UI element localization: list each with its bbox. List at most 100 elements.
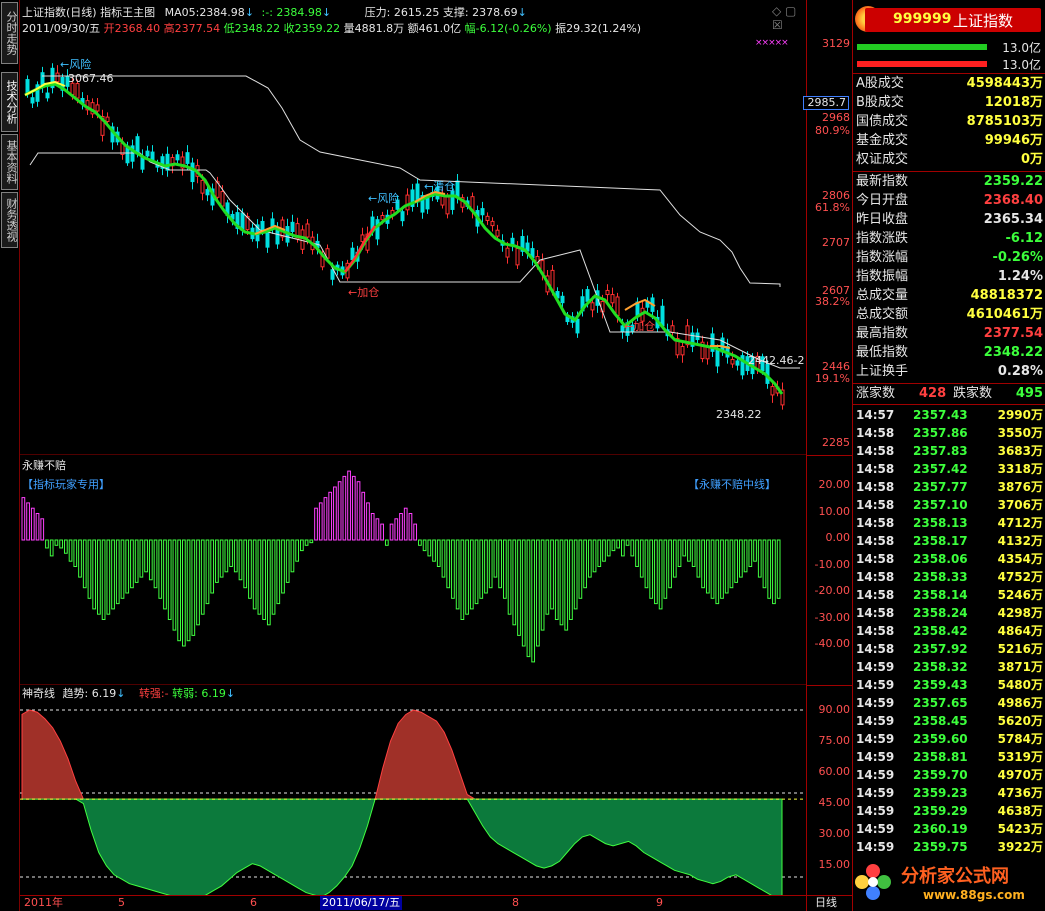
annotation-clear: ←清仓 [424, 179, 455, 193]
oscillator-area [20, 709, 806, 895]
tick-row: 14:57 2357.43 2990万 [853, 406, 1045, 424]
histogram-bar [233, 539, 238, 573]
tick-time: 14:59 [856, 786, 895, 800]
tick-row: 14:58 2357.86 3550万 [853, 424, 1045, 442]
candle-body [405, 194, 410, 211]
candle-body [590, 302, 595, 311]
annotation-risk-1: ←风险 [60, 57, 91, 71]
histogram-bar [512, 539, 517, 626]
histogram-bar [229, 539, 233, 567]
stat-row: 指数涨跌 -6.12 [853, 230, 1045, 248]
histogram-bar [248, 539, 252, 599]
stat-row: 今日开盘 2368.40 [853, 192, 1045, 210]
quote-panel: 999999 上证指数 13.0亿 13.0亿 A股成交 4598443万 B股成交… [852, 0, 1045, 911]
histogram-bar [389, 523, 394, 541]
rise-label: 涨家数 [856, 386, 896, 401]
candle-body [25, 79, 30, 94]
candle-body [305, 223, 310, 238]
stat-value: 48818372 [970, 288, 1043, 303]
tick-volume: 5319万 [997, 750, 1043, 764]
histogram-bar [654, 539, 658, 605]
candle-body [735, 360, 740, 366]
histogram-bar [351, 475, 356, 541]
histogram-bar [734, 539, 739, 583]
watermark: 分析家公式网 www.88gs.com [853, 856, 1045, 911]
histogram-bar [318, 502, 323, 541]
histogram-bar [125, 539, 130, 594]
histogram-bar [342, 475, 347, 541]
candle-body [485, 215, 490, 221]
chart-area[interactable]: 上证指数(日线) 指标王主图 MA05:2384.98↓ :-: 2384.98… [20, 0, 806, 911]
stat-label: 指数涨幅 [856, 250, 909, 265]
tick-row: 14:59 2357.65 4986万 [853, 694, 1045, 712]
flower-logo-icon [855, 864, 891, 900]
histogram-bar [271, 539, 276, 615]
tick-time: 14:59 [856, 804, 895, 818]
histogram-bar [531, 539, 536, 663]
axis-sub1-label: -10.00 [814, 557, 850, 571]
axis-sub1-label: 0.00 [825, 531, 851, 544]
tick-volume: 2990万 [997, 408, 1043, 422]
histogram-bar [97, 539, 101, 615]
candle-body [770, 386, 775, 396]
histogram-bar [569, 539, 573, 620]
histogram-bar [474, 539, 479, 605]
price-chart[interactable]: ←风险 3067.46 ←风险 ←清仓 ←加仓 ←加仓 2442.46-2 23… [20, 0, 806, 455]
tick-volume: 4132万 [997, 534, 1043, 548]
period-label[interactable]: 日线 [815, 896, 837, 910]
tab-technical[interactable]: 技术分析 [1, 72, 18, 132]
tab-intraday[interactable]: 分时走势 [1, 2, 18, 64]
stat-row: 最新指数 2359.22 [853, 173, 1045, 191]
histogram-bar [130, 539, 134, 589]
resistance-line [42, 75, 781, 287]
histogram-bar [762, 539, 767, 589]
tick-row: 14:59 2359.23 4736万 [853, 784, 1045, 802]
histogram-bar [380, 523, 384, 541]
volume-row: B股成交 12018万 [853, 94, 1045, 112]
histogram-bar [181, 539, 186, 647]
oscillator-chart[interactable] [20, 685, 806, 895]
tick-price: 2357.77 [913, 480, 968, 494]
stat-row: 总成交量 48818372 [853, 287, 1045, 305]
histogram-bar [488, 539, 493, 589]
tick-price: 2359.60 [913, 732, 968, 746]
candle-body [715, 349, 720, 367]
stat-label: 总成交量 [856, 288, 909, 303]
axis-sub1-label: -30.00 [814, 610, 850, 624]
candle-body [560, 295, 565, 304]
tick-price: 2358.17 [913, 534, 968, 548]
histogram-bar [526, 539, 531, 658]
histogram-bar [724, 539, 729, 594]
candle-body [445, 196, 450, 215]
candle-body [30, 97, 35, 104]
histogram-bar [333, 486, 337, 541]
candle-body [670, 325, 675, 333]
tick-time: 14:58 [856, 570, 895, 584]
tab-financials[interactable]: 财务透视 [1, 192, 18, 248]
volume-value: 8785103万 [966, 114, 1043, 129]
histogram-chart[interactable] [20, 455, 806, 685]
time-cursor-label: 2011/06/17/五 [320, 896, 403, 910]
tick-volume: 4986万 [997, 696, 1043, 710]
price-axis: 3129 2968 80.9% 2806 61.8% 2707 2607 38.2% 2446 1… [803, 0, 853, 911]
histogram-bar [767, 539, 772, 599]
axis-sub2-label: 60.00 [818, 765, 851, 778]
tick-volume: 4752万 [997, 570, 1043, 584]
histogram-bar [517, 539, 521, 636]
tick-price: 2357.43 [913, 408, 968, 422]
histogram-bar [45, 539, 49, 549]
tab-fundamentals[interactable]: 基本资料 [1, 134, 18, 190]
tick-volume: 3876万 [997, 480, 1043, 494]
stat-row: 指数涨幅 -0.26% [853, 249, 1045, 267]
candle-body [290, 221, 295, 232]
tick-volume: 3318万 [997, 462, 1043, 476]
tick-volume: 4712万 [997, 516, 1043, 530]
axis-sub2-label: 75.00 [818, 734, 851, 747]
tick-price: 2358.24 [913, 606, 968, 620]
tick-time: 14:58 [856, 516, 895, 530]
candlestick-series [25, 63, 785, 410]
candle-body [175, 154, 180, 161]
tick-volume: 4638万 [997, 804, 1043, 818]
tick-price: 2358.13 [913, 516, 968, 530]
tick-time: 14:58 [856, 462, 895, 476]
